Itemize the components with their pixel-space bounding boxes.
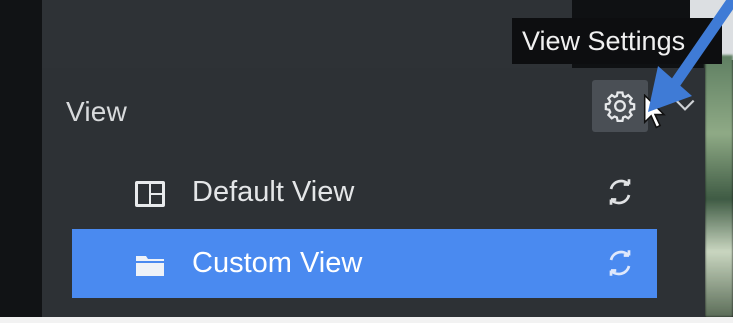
layout-grid-icon [135,181,165,207]
view-panel-header[interactable]: View [42,68,705,156]
view-panel: View Default View Custom View [42,68,705,317]
refresh-icon[interactable] [602,245,638,281]
list-item-custom-view[interactable]: Custom View [72,229,657,298]
gear-icon [604,91,636,123]
annotation-arrow-icon [648,0,733,112]
refresh-icon[interactable] [602,174,638,210]
bottom-edge [0,317,733,323]
row-label: Custom View [192,247,363,279]
folder-icon [136,256,164,276]
left-dark-strip [0,0,42,323]
list-item-default-view[interactable]: Default View [72,158,657,230]
screenshot-stage: View Default View Custom View View Setti… [0,0,733,323]
panel-title: View [66,96,127,127]
top-band [42,0,572,69]
row-label: Default View [192,176,355,208]
